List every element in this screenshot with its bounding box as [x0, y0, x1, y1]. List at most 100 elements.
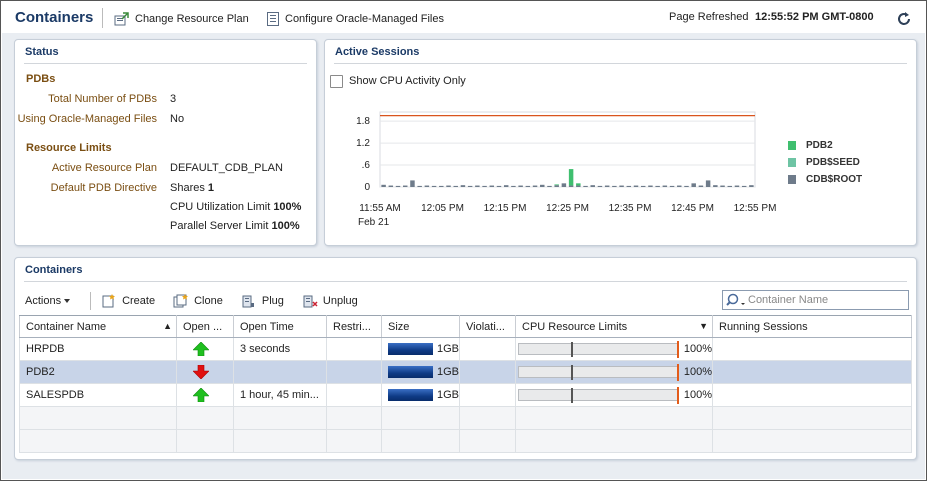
- cpu-limit-value: 100%: [273, 201, 302, 213]
- change-resource-plan-button[interactable]: Change Resource Plan: [114, 11, 249, 27]
- bar-cdb-root: [749, 185, 754, 187]
- legend-swatch: [788, 175, 796, 184]
- table-row[interactable]: PDB2 1GB 100%: [19, 360, 912, 384]
- bar-cdb-root: [446, 185, 451, 187]
- x-tick-label: 12:35 PM: [609, 203, 652, 214]
- container-name-cell: PDB2: [19, 360, 177, 384]
- create-button[interactable]: Create: [101, 293, 155, 309]
- up-arrow-icon: [193, 342, 209, 356]
- cpu-limit-bar: 100%: [518, 364, 712, 381]
- container-search-input[interactable]: Container Name: [722, 290, 909, 310]
- bar-cdb-root: [395, 185, 401, 187]
- column-header[interactable]: Open ...: [176, 315, 234, 338]
- size-value: 1GB: [436, 366, 459, 378]
- table-header: Container Name ▲ Open ... Open Time Restri..…: [19, 315, 912, 338]
- parallel-limit-label: Parallel Server Limit: [170, 220, 269, 232]
- violations-cell: [459, 337, 516, 361]
- empty-cell: [19, 406, 177, 430]
- bar-cdb-root: [590, 185, 595, 187]
- column-header[interactable]: Container Name ▲: [19, 315, 177, 338]
- open-status-cell: [176, 383, 234, 407]
- cpu-limit-track: [518, 364, 679, 381]
- x-tick-label: 12:45 PM: [671, 203, 714, 214]
- bar-cdb-root: [424, 185, 430, 187]
- page-refreshed-label: Page Refreshed: [669, 11, 749, 23]
- down-arrow-icon: [193, 365, 209, 379]
- size-bar-fill: [388, 366, 433, 378]
- refresh-icon[interactable]: [896, 11, 912, 27]
- column-header[interactable]: Restri...: [326, 315, 382, 338]
- table-row[interactable]: SALESPDB 1 hour, 45 min... 1GB 100%: [19, 383, 912, 407]
- omf-label: Using Oracle-Managed Files: [17, 113, 157, 125]
- column-header-label: Open ...: [183, 320, 223, 333]
- bar-cdb-root: [525, 185, 531, 187]
- column-header[interactable]: CPU Resource Limits ▼: [515, 315, 713, 338]
- bar-cdb-root: [475, 185, 480, 187]
- active-plan-label: Active Resource Plan: [51, 162, 157, 174]
- cpu-limit-cell: 100%: [515, 337, 713, 361]
- running-sessions-cell: [712, 360, 912, 384]
- restricted-cell: [326, 360, 382, 384]
- active-sessions-chart: 1.8 1.2 .6 0 11:55 AM 12:05 PM 12:15 PM 12:25 P…: [356, 111, 776, 228]
- active-sessions-panel: Active Sessions Show CPU Activity Only 1…: [324, 39, 917, 246]
- size-bar-fill: [388, 343, 433, 355]
- sort-ascending-icon[interactable]: ▲: [163, 321, 172, 331]
- empty-row: [19, 406, 912, 430]
- plug-button[interactable]: Plug: [241, 293, 284, 309]
- cpu-activity-label: Show CPU Activity Only: [349, 75, 466, 87]
- bar-pdb2: [576, 183, 581, 186]
- bar-cdb-root: [705, 180, 711, 187]
- empty-cell: [712, 429, 912, 453]
- container-name-cell: SALESPDB: [19, 383, 177, 407]
- shares-value: Shares 1: [170, 182, 214, 194]
- dropdown-arrow-icon[interactable]: ▼: [699, 321, 708, 331]
- empty-cell: [712, 406, 912, 430]
- column-header[interactable]: Running Sessions: [712, 315, 912, 338]
- cpu-limit-marker: [676, 387, 679, 404]
- empty-cell: [326, 429, 382, 453]
- cpu-activity-checkbox[interactable]: [330, 75, 343, 88]
- column-header-label: Size: [388, 320, 410, 333]
- empty-cell: [233, 429, 327, 453]
- cpu-limit-value: 100%: [683, 389, 712, 401]
- containers-toolbar: Actions Create Clone Plug Unplug: [20, 290, 376, 312]
- column-header-label: Running Sessions: [719, 320, 808, 333]
- column-header[interactable]: Size: [381, 315, 460, 338]
- unplug-button[interactable]: Unplug: [302, 293, 358, 309]
- column-header-label: Open Time: [240, 320, 294, 333]
- bar-cdb-root: [431, 185, 437, 187]
- column-header[interactable]: Open Time: [233, 315, 327, 338]
- bar-cdb-root: [741, 185, 747, 187]
- page-title: Containers: [15, 9, 94, 26]
- bar-cdb-root: [460, 185, 466, 187]
- legend-item-cdb-root: CDB$ROOT: [788, 174, 862, 185]
- open-time-cell: 1 hour, 45 min...: [233, 383, 327, 407]
- column-header[interactable]: Violati...: [459, 315, 516, 338]
- empty-cell: [459, 429, 516, 453]
- table-row[interactable]: HRPDB 3 seconds 1GB 100%: [19, 337, 912, 361]
- x-tick-label: 11:55 AM: [359, 203, 401, 214]
- y-tick-label: 0: [364, 182, 370, 193]
- configure-omf-button[interactable]: Configure Oracle-Managed Files: [266, 11, 444, 27]
- cpu-share-marker: [571, 342, 573, 357]
- change-resource-plan-label: Change Resource Plan: [135, 13, 249, 25]
- plot-area: [379, 111, 756, 188]
- x-tick-label: 12:25 PM: [546, 203, 589, 214]
- parallel-limit-value: 100%: [271, 220, 300, 232]
- actions-menu[interactable]: Actions: [25, 295, 78, 307]
- resource-plan-icon: [114, 12, 129, 26]
- bar-cdb-root: [720, 185, 725, 187]
- cpu-limit-track: [518, 341, 679, 358]
- legend-item-pdb-seed: PDB$SEED: [788, 157, 860, 168]
- clone-button[interactable]: Clone: [173, 293, 223, 309]
- legend-swatch: [788, 158, 796, 167]
- y-tick-label: .6: [362, 160, 371, 171]
- search-icon: [726, 293, 745, 306]
- cpu-limit-bar: 100%: [518, 387, 712, 404]
- bar-cdb-root: [561, 183, 567, 187]
- cpu-limit-value: 100%: [683, 366, 712, 378]
- plug-icon: [242, 295, 254, 308]
- container-name-cell: HRPDB: [19, 337, 177, 361]
- bar-cdb-root: [511, 185, 516, 187]
- running-sessions-cell: [712, 383, 912, 407]
